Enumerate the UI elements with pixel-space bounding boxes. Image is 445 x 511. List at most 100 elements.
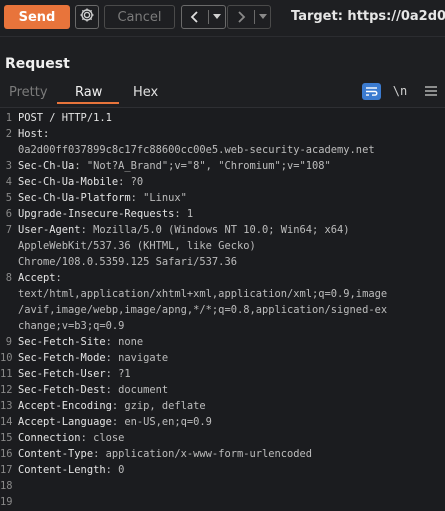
header-name: Sec-Ch-Ua-Platform: [18, 192, 131, 204]
line-number: 1: [5, 112, 12, 124]
line-text: text/html,application/xhtml+xml,applicat…: [18, 286, 387, 302]
newline-toggle-icon[interactable]: \n: [390, 82, 410, 100]
line-text: Sec-Ch-Ua-Platform: "Linux": [18, 190, 187, 206]
line-text: change;v=b3;q=0.9: [18, 318, 124, 334]
header-name: POST / HTTP/1.1: [18, 112, 112, 124]
header-value: : "Linux": [130, 192, 187, 204]
editor-line[interactable]: 8 Accept:: [0, 270, 445, 286]
line-number: 17: [0, 464, 13, 476]
line-text: Sec-Ch-Ua-Mobile: ?0: [18, 174, 143, 190]
editor-line[interactable]: 17 Content-Length: 0: [0, 462, 445, 478]
menu-icon[interactable]: [421, 82, 441, 100]
header-value: : navigate: [105, 352, 169, 364]
line-text: Chrome/108.0.5359.125 Safari/537.36: [18, 254, 237, 270]
tab-raw[interactable]: Raw: [75, 85, 102, 100]
header-name: Sec-Fetch-Site: [18, 336, 106, 348]
line-number: 18: [0, 480, 13, 492]
back-button[interactable]: [181, 5, 226, 29]
line-text: AppleWebKit/537.36 (KHTML, like Gecko): [18, 238, 256, 254]
editor-line[interactable]: change;v=b3;q=0.9: [0, 318, 445, 334]
header-name: Accept-Language: [18, 416, 112, 428]
header-name: Connection: [18, 432, 81, 444]
line-text: Content-Length: 0: [18, 462, 124, 478]
header-value: 0a2d00ff037899c8c17fc88600cc00e5.web-sec…: [18, 144, 375, 156]
line-text: Sec-Fetch-Mode: navigate: [18, 350, 168, 366]
settings-gear-icon: [79, 7, 95, 27]
editor-line[interactable]: 13 Accept-Encoding: gzip, deflate: [0, 398, 445, 414]
editor-line[interactable]: 14 Accept-Language: en-US,en;q=0.9: [0, 414, 445, 430]
header-value: : en-US,en;q=0.9: [111, 416, 212, 428]
editor-line[interactable]: 16 Content-Type: application/x-www-form-u…: [0, 446, 445, 462]
line-number: 11: [0, 368, 13, 380]
header-value: : document: [105, 384, 169, 396]
line-number: 6: [5, 208, 12, 220]
editor-line[interactable]: 1 POST / HTTP/1.1: [0, 110, 445, 126]
editor-line[interactable]: 15 Connection: close: [0, 430, 445, 446]
tab-hex[interactable]: Hex: [133, 85, 158, 100]
header-value: : application/x-www-form-urlencoded: [93, 448, 313, 460]
panel-title: Request: [5, 56, 70, 72]
editor-line[interactable]: /avif,image/webp,image/apng,*/*;q=0.8,ap…: [0, 302, 445, 318]
back-arrow-icon[interactable]: [182, 6, 208, 28]
toolbar-divider: [0, 36, 445, 37]
editor-line[interactable]: 12 Sec-Fetch-Dest: document: [0, 382, 445, 398]
header-value: : 1: [174, 208, 194, 220]
editor-line[interactable]: Chrome/108.0.5359.125 Safari/537.36: [0, 254, 445, 270]
forward-arrow-icon[interactable]: [228, 6, 254, 28]
message-wrap-icon[interactable]: [362, 83, 381, 100]
cancel-button[interactable]: Cancel: [104, 5, 175, 29]
editor-line[interactable]: 3 Sec-Ch-Ua: "Not?A_Brand";v="8", "Chromi…: [0, 158, 445, 174]
editor-line[interactable]: 5 Sec-Ch-Ua-Platform: "Linux": [0, 190, 445, 206]
editor-line[interactable]: 0a2d00ff037899c8c17fc88600cc00e5.web-sec…: [0, 142, 445, 158]
target-label[interactable]: Target: https://0a2d00f: [291, 9, 445, 24]
header-name: Sec-Ch-Ua-Mobile: [18, 176, 119, 188]
line-text: 0a2d00ff037899c8c17fc88600cc00e5.web-sec…: [18, 142, 375, 158]
editor-line[interactable]: 4 Sec-Ch-Ua-Mobile: ?0: [0, 174, 445, 190]
header-value: change;v=b3;q=0.9: [18, 320, 125, 332]
line-text: Accept-Encoding: gzip, deflate: [18, 398, 206, 414]
forward-dropdown-icon[interactable]: [255, 6, 270, 28]
header-value: : ?1: [105, 368, 131, 380]
editor-line[interactable]: 18: [0, 478, 445, 494]
header-name: User-Agent: [18, 224, 81, 236]
editor-line[interactable]: 11 Sec-Fetch-User: ?1: [0, 366, 445, 382]
send-button[interactable]: Send: [4, 5, 70, 29]
line-number: 5: [5, 192, 12, 204]
header-name: Upgrade-Insecure-Requests: [18, 208, 175, 220]
editor-line[interactable]: AppleWebKit/537.36 (KHTML, like Gecko): [0, 238, 445, 254]
editor-line[interactable]: 9 Sec-Fetch-Site: none: [0, 334, 445, 350]
back-dropdown-icon[interactable]: [209, 6, 225, 28]
line-text: User-Agent: Mozilla/5.0 (Windows NT 10.0…: [18, 222, 350, 238]
editor-line[interactable]: 6 Upgrade-Insecure-Requests: 1: [0, 206, 445, 222]
cancel-button-label: Cancel: [117, 9, 162, 25]
line-number: 12: [0, 384, 13, 396]
line-number: 16: [0, 448, 13, 460]
line-number: 2: [5, 128, 12, 140]
header-name: Sec-Fetch-User: [18, 368, 106, 380]
editor-line[interactable]: text/html,application/xhtml+xml,applicat…: [0, 286, 445, 302]
line-text: Sec-Ch-Ua: "Not?A_Brand";v="8", "Chromiu…: [18, 158, 331, 174]
header-value: : none: [105, 336, 144, 348]
request-editor[interactable]: 1 POST / HTTP/1.1 2 Host: 0a2d00ff037899c8c1…: [0, 107, 445, 511]
settings-button[interactable]: [75, 5, 99, 29]
line-text: Connection: close: [18, 430, 124, 446]
header-name: Accept: [18, 272, 56, 284]
header-name: Sec-Ch-Ua: [18, 160, 75, 172]
editor-line[interactable]: 10 Sec-Fetch-Mode: navigate: [0, 350, 445, 366]
tab-pretty[interactable]: Pretty: [9, 85, 48, 100]
editor-line[interactable]: 2 Host:: [0, 126, 445, 142]
line-text: POST / HTTP/1.1: [18, 110, 112, 126]
line-number: 15: [0, 432, 13, 444]
active-tab-indicator: [57, 102, 119, 104]
line-text: Sec-Fetch-Site: none: [18, 334, 143, 350]
header-value: : "Not?A_Brand";v="8", "Chromium";v="108…: [74, 160, 331, 172]
line-text: Content-Type: application/x-www-form-url…: [18, 446, 312, 462]
header-value: : gzip, deflate: [111, 400, 206, 412]
editor-line[interactable]: 7 User-Agent: Mozilla/5.0 (Windows NT 10.…: [0, 222, 445, 238]
line-number: 4: [5, 176, 12, 188]
line-text: Upgrade-Insecure-Requests: 1: [18, 206, 193, 222]
line-number: 14: [0, 416, 13, 428]
forward-button[interactable]: [227, 5, 271, 29]
header-value: : close: [80, 432, 125, 444]
editor-line[interactable]: 19: [0, 494, 445, 510]
